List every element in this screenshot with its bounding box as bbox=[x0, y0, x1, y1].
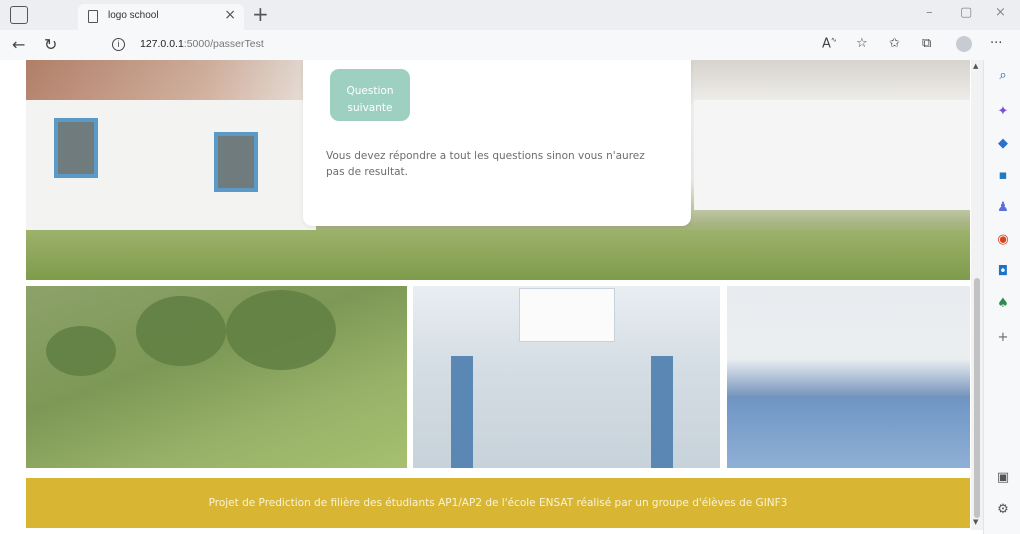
next-question-button[interactable]: Question suivante bbox=[330, 69, 410, 121]
settings-icon[interactable]: ⚙ bbox=[995, 502, 1011, 518]
hero-window bbox=[54, 118, 98, 178]
scroll-down-icon[interactable]: ▼ bbox=[973, 518, 978, 526]
campus-pool-photo bbox=[727, 286, 970, 468]
hero-lawn bbox=[26, 230, 970, 280]
campus-hall-photo bbox=[413, 286, 720, 468]
tree bbox=[136, 296, 226, 366]
sparkle-icon[interactable]: ✦ bbox=[995, 104, 1011, 120]
url-path: :5000/passerTest bbox=[183, 38, 264, 50]
maximize-button[interactable]: ▢ bbox=[960, 5, 972, 20]
next-question-label-line1: Question bbox=[346, 84, 394, 97]
answer-all-notice: Vous devez répondre a tout les questions… bbox=[326, 150, 645, 178]
url-host: 127.0.0.1 bbox=[140, 38, 184, 50]
search-icon[interactable]: ⌕ bbox=[995, 68, 1011, 84]
campus-garden-photo bbox=[26, 286, 407, 468]
browser-tab[interactable]: logo school × bbox=[78, 4, 244, 30]
info-icon[interactable]: i bbox=[112, 38, 125, 51]
hero-roof bbox=[26, 60, 326, 102]
url-field[interactable]: i 127.0.0.1:5000/passerTest bbox=[98, 33, 818, 57]
people-icon[interactable]: ♟ bbox=[995, 200, 1011, 216]
close-window-button[interactable]: × bbox=[995, 5, 1006, 20]
hall-sign bbox=[519, 288, 615, 342]
hero-wall bbox=[26, 100, 316, 240]
add-favorite-icon[interactable]: ☆ bbox=[856, 36, 868, 51]
refresh-icon[interactable]: ↻ bbox=[44, 35, 57, 54]
tag-icon[interactable]: ◆ bbox=[995, 136, 1011, 152]
hero-window bbox=[214, 132, 258, 192]
scroll-up-icon[interactable]: ▲ bbox=[973, 62, 978, 70]
minimize-button[interactable]: – bbox=[926, 5, 933, 20]
briefcase-icon[interactable]: ▪ bbox=[995, 168, 1011, 184]
address-bar: ← ↻ i 127.0.0.1:5000/passerTest A∿ ☆ ✩ ⧉… bbox=[0, 30, 1020, 60]
plus-icon[interactable]: + bbox=[995, 330, 1011, 346]
outlook-icon[interactable]: ◘ bbox=[995, 264, 1011, 280]
footer: Projet de Prediction de filière des étud… bbox=[26, 478, 970, 528]
hero-building bbox=[694, 100, 970, 210]
page-icon bbox=[88, 10, 98, 23]
tree bbox=[46, 326, 116, 376]
collections-icon[interactable]: ⧉ bbox=[922, 36, 931, 51]
tree-icon[interactable]: ♠ bbox=[995, 296, 1011, 312]
hall-pillar bbox=[451, 356, 473, 468]
page-content: Question suivante Vous devez répondre a t… bbox=[0, 60, 978, 534]
favorites-icon[interactable]: ✩ bbox=[889, 36, 900, 51]
back-icon[interactable]: ← bbox=[12, 35, 25, 54]
edge-sidebar: ⌕ ✦ ◆ ▪ ♟ ◉ ◘ ♠ + ▣ ⚙ bbox=[983, 60, 1020, 534]
question-card: Question suivante Vous devez répondre a t… bbox=[303, 60, 691, 226]
scroll-thumb[interactable] bbox=[974, 278, 980, 518]
page-scrollbar[interactable]: ▲ ▼ bbox=[971, 60, 983, 530]
office-icon[interactable]: ◉ bbox=[995, 232, 1011, 248]
tree bbox=[226, 290, 336, 370]
more-options-icon[interactable]: ··· bbox=[990, 36, 1002, 51]
browser-tabbar: logo school × + – ▢ × bbox=[0, 0, 1020, 30]
pool bbox=[727, 398, 970, 468]
url-text[interactable]: 127.0.0.1:5000/passerTest bbox=[140, 38, 264, 50]
read-aloud-icon[interactable]: A∿ bbox=[822, 36, 837, 51]
panel-icon[interactable]: ▣ bbox=[995, 470, 1011, 486]
tab-actions-icon[interactable] bbox=[10, 6, 28, 24]
profile-avatar[interactable] bbox=[956, 36, 972, 52]
next-question-label-line2: suivante bbox=[347, 101, 393, 114]
tab-title: logo school bbox=[108, 10, 159, 21]
hall-pillar bbox=[651, 356, 673, 468]
footer-text: Projet de Prediction de filière des étud… bbox=[208, 497, 788, 509]
new-tab-button[interactable]: + bbox=[252, 2, 269, 26]
tab-close-icon[interactable]: × bbox=[224, 7, 236, 23]
